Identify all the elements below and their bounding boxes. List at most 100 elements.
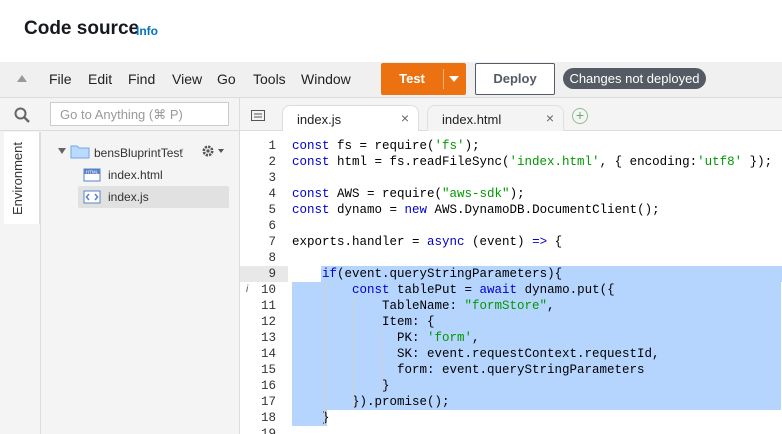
- indent-guide: [381, 330, 382, 394]
- folder-icon: [70, 145, 90, 159]
- code-text: const tablePut = await dynamo.put({: [352, 283, 615, 297]
- code-text: const fs = require('fs');: [292, 139, 480, 153]
- line-number: 3: [268, 171, 276, 185]
- code-line[interactable]: 15 form: event.queryStringParameters: [240, 362, 782, 378]
- file-name: index.html: [108, 168, 163, 182]
- menu-go[interactable]: Go: [217, 71, 236, 87]
- code-text: const html = fs.readFileSync('index.html…: [292, 155, 773, 169]
- code-line[interactable]: 7 exports.handler = async (event) => {: [240, 234, 782, 250]
- menu-window[interactable]: Window: [301, 71, 351, 87]
- line-number: 16: [260, 379, 276, 393]
- code-line[interactable]: 17 }).promise();: [240, 394, 782, 410]
- indent-guide: [353, 298, 354, 410]
- tabs-menu-icon[interactable]: [251, 110, 265, 121]
- status-badge: Changes not deployed: [563, 68, 706, 89]
- line-number: 13: [260, 331, 276, 345]
- menu-edit[interactable]: Edit: [88, 71, 112, 87]
- code-text: SK: event.requestContext.requestId,: [292, 347, 660, 361]
- sidebar-divider: [0, 130, 240, 131]
- code-text: const AWS = require("aws-sdk");: [292, 187, 525, 201]
- tab-label: index.js: [297, 112, 342, 127]
- code-line[interactable]: 19: [240, 426, 782, 434]
- collapse-up-icon[interactable]: [17, 75, 27, 82]
- code-line[interactable]: 5 const dynamo = new AWS.DynamoDB.Documen…: [240, 202, 782, 218]
- line-number: 17: [260, 395, 276, 409]
- menu-tools[interactable]: Tools: [253, 71, 286, 87]
- line-number: 9: [268, 267, 276, 281]
- code-text: Item: {: [292, 315, 435, 329]
- line-number: 4: [268, 187, 276, 201]
- file-item-index-html[interactable]: HTML index.html: [78, 164, 229, 186]
- code-line[interactable]: 6: [240, 218, 782, 234]
- svg-text:HTML: HTML: [86, 169, 99, 174]
- sidebar: Environment bensBluprintTest / HTML inde…: [0, 98, 240, 434]
- sidebar-rail-divider: [40, 132, 41, 434]
- line-number: 15: [260, 363, 276, 377]
- code-line[interactable]: 1 const fs = require('fs');: [240, 138, 782, 154]
- code-text: if(event.queryStringParameters){: [322, 267, 563, 281]
- line-number: 18: [260, 411, 276, 425]
- indent-guide: [324, 282, 325, 426]
- search-icon[interactable]: [14, 107, 30, 123]
- tab-label: index.html: [442, 112, 502, 127]
- code-line[interactable]: 14 SK: event.requestContext.requestId,: [240, 346, 782, 362]
- code-text: PK: 'form',: [292, 331, 480, 345]
- menu-view[interactable]: View: [172, 71, 202, 87]
- test-button-divider: [443, 69, 444, 89]
- info-link[interactable]: Info: [136, 24, 158, 38]
- code-line[interactable]: 11 TableName: "formStore",: [240, 298, 782, 314]
- code-text: const dynamo = new AWS.DynamoDB.Document…: [292, 203, 660, 217]
- code-text: exports.handler = async (event) => {: [292, 235, 563, 249]
- tab-index-js[interactable]: index.js ×: [282, 105, 419, 131]
- menu-find[interactable]: Find: [128, 71, 155, 87]
- search-input[interactable]: [50, 102, 229, 126]
- line-number: 19: [260, 427, 276, 434]
- line-number: 10: [260, 283, 276, 297]
- test-button[interactable]: Test: [381, 63, 466, 95]
- gear-icon[interactable]: [201, 144, 225, 158]
- deploy-button[interactable]: Deploy: [475, 63, 555, 95]
- code-text: TableName: "formStore",: [292, 299, 555, 313]
- line-number: 1: [268, 139, 276, 153]
- code-text: }: [292, 379, 390, 393]
- line-number: 6: [268, 219, 276, 233]
- line-number: 7: [268, 235, 276, 249]
- test-button-label[interactable]: Test: [381, 63, 443, 95]
- header: Code source Info: [0, 0, 782, 62]
- code-line[interactable]: 4 const AWS = require("aws-sdk");: [240, 186, 782, 202]
- code-line[interactable]: 2 const html = fs.readFileSync('index.htm…: [240, 154, 782, 170]
- file-name: index.js: [108, 190, 149, 204]
- close-icon[interactable]: ×: [401, 110, 409, 126]
- folder-name[interactable]: bensBluprintTest: [94, 146, 183, 160]
- line-number: 5: [268, 203, 276, 217]
- tab-index-html[interactable]: index.html ×: [427, 105, 564, 131]
- code-editor[interactable]: 1 const fs = require('fs'); 2 const html = …: [240, 132, 782, 434]
- js-file-icon: [83, 190, 101, 204]
- code-line[interactable]: 3: [240, 170, 782, 186]
- line-number: 8: [268, 251, 276, 265]
- page-title: Code source: [24, 18, 140, 39]
- line-number: 14: [260, 347, 276, 361]
- line-number: 2: [268, 155, 276, 169]
- code-line[interactable]: 18 }: [240, 410, 782, 426]
- close-icon[interactable]: ×: [546, 110, 554, 126]
- code-line[interactable]: 12 Item: {: [240, 314, 782, 330]
- code-line[interactable]: 13 PK: 'form',: [240, 330, 782, 346]
- code-line[interactable]: 9 if(event.queryStringParameters){: [240, 266, 782, 282]
- folder-path-suffix: /: [180, 146, 184, 160]
- html-file-icon: HTML: [83, 168, 101, 182]
- code-line[interactable]: 8: [240, 250, 782, 266]
- file-item-index-js[interactable]: index.js: [78, 186, 229, 208]
- code-text: form: event.queryStringParameters: [292, 363, 645, 377]
- menu-file[interactable]: File: [49, 71, 72, 87]
- code-line[interactable]: i 10 const tablePut = await dynamo.put({: [240, 282, 782, 298]
- editor-tab-bar: index.js × index.html ×: [240, 98, 782, 131]
- code-text: }).promise();: [292, 395, 450, 409]
- line-number: 12: [260, 315, 276, 329]
- line-number: 11: [260, 299, 276, 313]
- test-dropdown-caret-icon[interactable]: [449, 76, 459, 82]
- environment-tab-label: Environment: [10, 142, 25, 215]
- chevron-down-icon[interactable]: [58, 148, 66, 154]
- add-tab-icon[interactable]: +: [572, 108, 588, 124]
- code-line[interactable]: 16 }: [240, 378, 782, 394]
